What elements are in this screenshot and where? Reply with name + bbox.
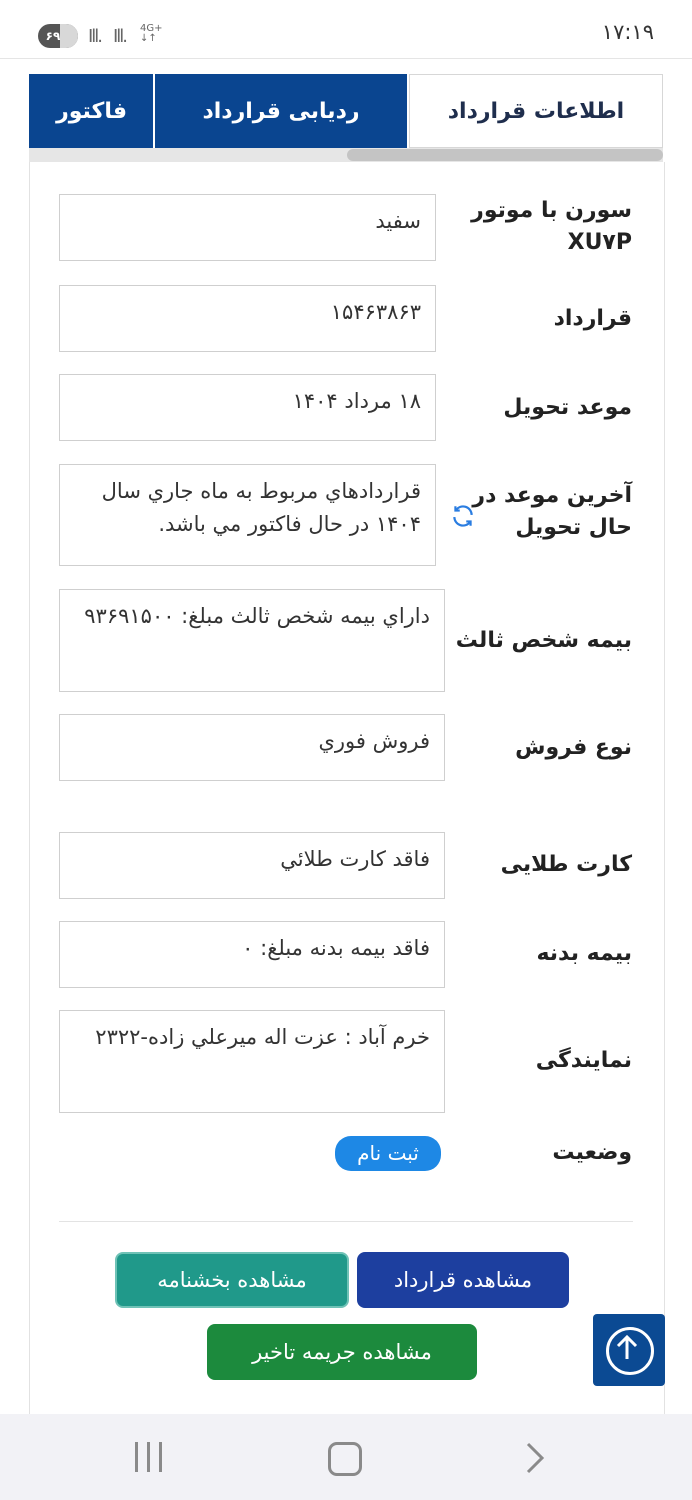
view-delay-penalty-button[interactable]: مشاهده جريمه تاخير [207, 1324, 477, 1380]
field-label-status: وضعیت [552, 1140, 632, 1165]
tab-contract-tracking[interactable]: ردیابی قرارداد [155, 74, 407, 148]
field-label-car-model: سورن با موتور XU۷P [471, 198, 632, 255]
status-badge: ثبت نام [335, 1136, 441, 1171]
status-time: ۱۷:۱۹ [601, 20, 654, 44]
home-icon[interactable] [328, 1442, 362, 1476]
arrow-up-circle-icon [606, 1327, 654, 1375]
scroll-to-top-button[interactable] [593, 1314, 665, 1386]
field-value-body-insurance: فاقد بيمه بدنه مبلغ: ۰ [59, 921, 445, 988]
field-label-third-party-insurance: بیمه شخص ثالث [455, 628, 632, 653]
tab-contract-info[interactable]: اطلاعات قرارداد [409, 74, 663, 148]
field-value-third-party-insurance: داراي بيمه شخص ثالث مبلغ: ۹۳۶۹۱۵۰۰ [59, 589, 445, 692]
field-value-color: سفید [59, 194, 436, 261]
network-indicator: 4G+ ↓↑ [140, 23, 163, 44]
tab-invoice[interactable]: فاکتور [29, 74, 153, 148]
status-bar: ۶۹ Ill. Ill. 4G+ ↓↑ ۱۷:۱۹ [0, 0, 692, 59]
field-label-last-delivery: آخرین موعد در حال تحویل [472, 483, 632, 540]
tab-scrollbar[interactable] [29, 148, 663, 162]
signal-icon: Ill. [88, 26, 103, 47]
tab-scrollbar-thumb[interactable] [347, 149, 663, 161]
divider [59, 1221, 633, 1222]
field-label-gold-card: کارت طلایی [500, 852, 632, 877]
field-value-gold-card: فاقد کارت طلائي [59, 832, 445, 899]
system-nav-bar [0, 1414, 692, 1500]
field-label-delivery-date: موعد تحویل [503, 395, 632, 420]
field-value-last-delivery: قراردادهاي مربوط به ماه جاري سال ۱۴۰۴ در… [59, 464, 436, 566]
refresh-icon[interactable] [450, 503, 476, 529]
back-icon[interactable] [522, 1442, 546, 1474]
signal-icon-2: Ill. [113, 26, 128, 47]
field-value-contract: ۱۵۴۶۳۸۶۳ [59, 285, 436, 352]
view-contract-button[interactable]: مشاهده قرارداد [357, 1252, 569, 1308]
field-label-body-insurance: بیمه بدنه [536, 941, 632, 966]
field-label-agency: نمایندگی [535, 1048, 632, 1073]
view-circular-button[interactable]: مشاهده بخشنامه [115, 1252, 349, 1308]
field-label-sale-type: نوع فروش [515, 735, 632, 760]
field-value-delivery-date: ۱۸ مرداد ۱۴۰۴ [59, 374, 436, 441]
battery-icon: ۶۹ [38, 24, 78, 48]
field-label-contract: قرارداد [553, 306, 632, 331]
tab-bar: اطلاعات قرارداد ردیابی قرارداد فاکتور [29, 74, 663, 148]
field-value-agency: خرم آباد : عزت اله ميرعلي زاده-۲۳۲۲ [59, 1010, 445, 1113]
field-value-sale-type: فروش فوري [59, 714, 445, 781]
recent-apps-icon[interactable] [133, 1442, 165, 1472]
